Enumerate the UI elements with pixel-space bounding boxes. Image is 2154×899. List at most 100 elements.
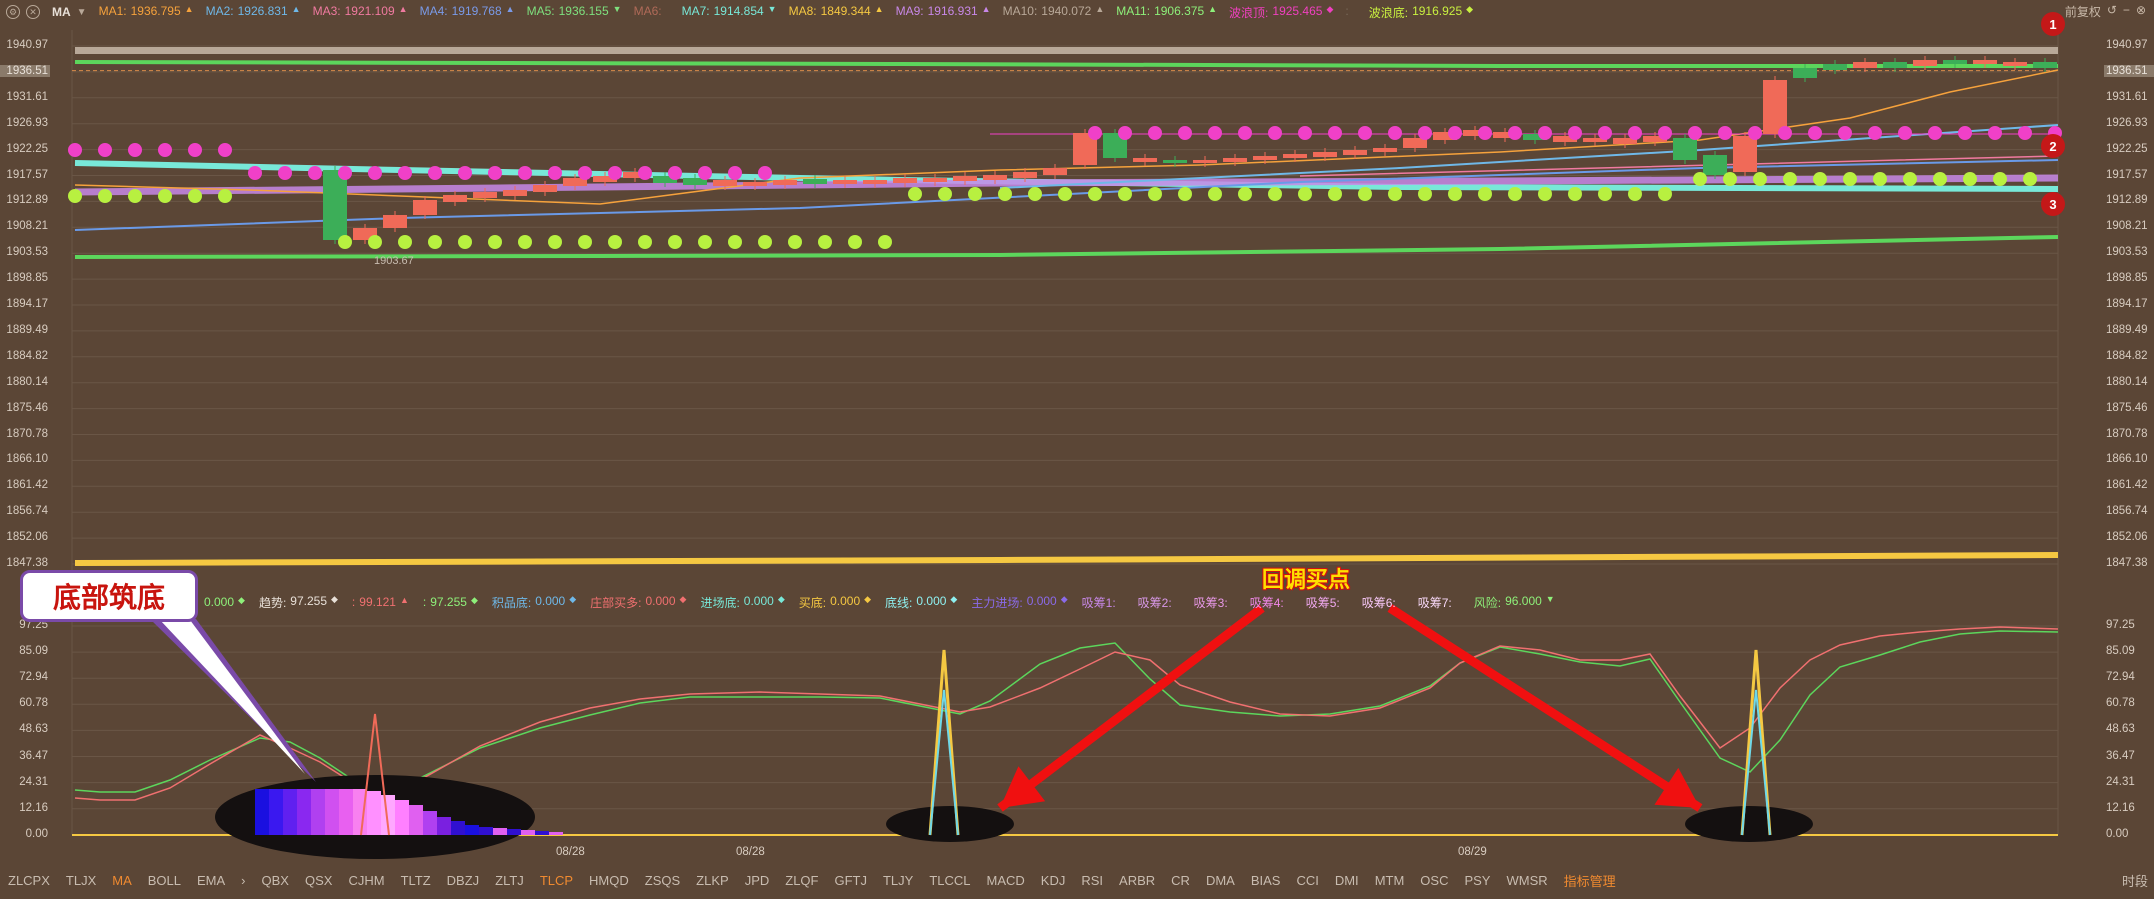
candle-body xyxy=(1913,60,1937,66)
wave-bottom-dot xyxy=(758,235,772,249)
tab-qbx[interactable]: QBX xyxy=(254,873,297,888)
tab-hmqd[interactable]: HMQD xyxy=(581,873,637,888)
tab-jpd[interactable]: JPD xyxy=(737,873,778,888)
tab-dma[interactable]: DMA xyxy=(1198,873,1243,888)
time-period-tab[interactable]: 时段 xyxy=(2122,871,2148,890)
candle-body xyxy=(413,200,437,215)
wave-bottom-dot xyxy=(818,235,832,249)
tab-gftj[interactable]: GFTJ xyxy=(826,873,875,888)
tab-dmi[interactable]: DMI xyxy=(1327,873,1367,888)
wave-top-dot xyxy=(1208,126,1222,140)
candle-body xyxy=(1313,152,1337,157)
tab-[interactable]: › xyxy=(233,873,253,888)
accumulation-bar xyxy=(465,825,479,835)
tab-rsi[interactable]: RSI xyxy=(1073,873,1111,888)
candle-body xyxy=(1373,148,1397,152)
candle-body xyxy=(1763,80,1787,134)
tab-ma[interactable]: MA xyxy=(104,873,140,888)
kline-chart[interactable] xyxy=(0,0,2154,899)
wave-top-dot xyxy=(698,166,712,180)
sub-indicator xyxy=(72,625,2059,859)
sub-legend-item-4: :97.255 ◆ xyxy=(422,595,478,609)
tab-mtm[interactable]: MTM xyxy=(1367,873,1413,888)
wave-bottom-dot xyxy=(668,235,682,249)
tab-cjhm[interactable]: CJHM xyxy=(340,873,392,888)
wave-top-dot xyxy=(1088,126,1102,140)
sub-legend-item-1: 0.000 ◆ xyxy=(204,595,245,609)
red-arrow-shaft xyxy=(997,604,1265,812)
accumulation-bar xyxy=(269,789,283,835)
tab-boll[interactable]: BOLL xyxy=(140,873,189,888)
accumulation-bar xyxy=(451,821,465,835)
wave-bottom-dot xyxy=(728,235,742,249)
wave-bottom-dot xyxy=(878,235,892,249)
marker-2[interactable]: 2 xyxy=(2041,134,2065,158)
tab-qsx[interactable]: QSX xyxy=(297,873,340,888)
candle-body xyxy=(1223,158,1247,162)
candle-body xyxy=(1133,158,1157,162)
tab-zsqs[interactable]: ZSQS xyxy=(637,873,688,888)
wave-bottom-dot xyxy=(1118,187,1132,201)
marker-1[interactable]: 1 xyxy=(2041,12,2065,36)
tab-cci[interactable]: CCI xyxy=(1288,873,1326,888)
tab-wmsr[interactable]: WMSR xyxy=(1498,873,1555,888)
date-label-3: 08/29 xyxy=(1458,846,1487,858)
wave-bottom-dot xyxy=(1693,172,1707,186)
tab-tljy[interactable]: TLJY xyxy=(875,873,921,888)
marker-3[interactable]: 3 xyxy=(2041,192,2065,216)
tab-zltj[interactable]: ZLTJ xyxy=(487,873,532,888)
wave-top-dot xyxy=(308,166,322,180)
tab-macd[interactable]: MACD xyxy=(979,873,1033,888)
candle-body xyxy=(863,180,887,184)
wave-bottom-dot xyxy=(638,235,652,249)
tab-osc[interactable]: OSC xyxy=(1412,873,1456,888)
wave-top-dot xyxy=(1898,126,1912,140)
tab-zlcpx[interactable]: ZLCPX xyxy=(0,873,58,888)
tab-arbr[interactable]: ARBR xyxy=(1111,873,1163,888)
wave-top-dot xyxy=(1478,126,1492,140)
candle-body xyxy=(1163,160,1187,163)
accumulation-bar xyxy=(437,817,451,835)
accumulation-bar xyxy=(549,832,563,835)
wave-top-dot xyxy=(1808,126,1822,140)
wave-bottom-dot xyxy=(1628,187,1642,201)
wave-bottom-dot xyxy=(1873,172,1887,186)
wave-bottom-dot xyxy=(368,235,382,249)
accumulation-bar xyxy=(521,830,535,835)
wave-bottom-dot xyxy=(1933,172,1947,186)
wave-bottom-dot xyxy=(1178,187,1192,201)
wave-top-dot xyxy=(1718,126,1732,140)
wave-bottom-dot xyxy=(1813,172,1827,186)
tab-tltz[interactable]: TLTZ xyxy=(393,873,439,888)
wave-top-dot xyxy=(188,143,202,157)
candle-body xyxy=(323,170,347,240)
tab-zlkp[interactable]: ZLKP xyxy=(688,873,737,888)
red-arrow-head xyxy=(1000,766,1046,808)
wave-bottom-dot xyxy=(1328,187,1342,201)
accumulation-bar xyxy=(311,789,325,835)
wave-bottom-dot xyxy=(1358,187,1372,201)
tab-dbzj[interactable]: DBZJ xyxy=(439,873,488,888)
wave-top-dot xyxy=(668,166,682,180)
candle-body xyxy=(443,195,467,202)
tab-psy[interactable]: PSY xyxy=(1456,873,1498,888)
tab-cr[interactable]: CR xyxy=(1163,873,1198,888)
accumulation-bar xyxy=(507,829,521,835)
low-price-label: 1903.67 xyxy=(374,255,414,267)
tab-tlcp[interactable]: TLCP xyxy=(532,873,581,888)
tab-[interactable]: 指标管理 xyxy=(1556,871,1624,890)
wave-bottom-dot xyxy=(188,189,202,203)
tab-ema[interactable]: EMA xyxy=(189,873,233,888)
candle-body xyxy=(803,179,827,184)
candle-body xyxy=(1013,172,1037,178)
tab-tljx[interactable]: TLJX xyxy=(58,873,104,888)
buy-ellipse-1 xyxy=(886,806,1014,842)
accumulation-bar xyxy=(339,789,353,835)
tab-kdj[interactable]: KDJ xyxy=(1033,873,1074,888)
ma10-band xyxy=(75,47,2058,54)
tab-tlccl[interactable]: TLCCL xyxy=(921,873,978,888)
sub-legend-item-9: 底线: 0.000 ◆ xyxy=(885,593,958,610)
wave-top-dot xyxy=(1508,126,1522,140)
tab-zlqf[interactable]: ZLQF xyxy=(777,873,826,888)
tab-bias[interactable]: BIAS xyxy=(1243,873,1289,888)
